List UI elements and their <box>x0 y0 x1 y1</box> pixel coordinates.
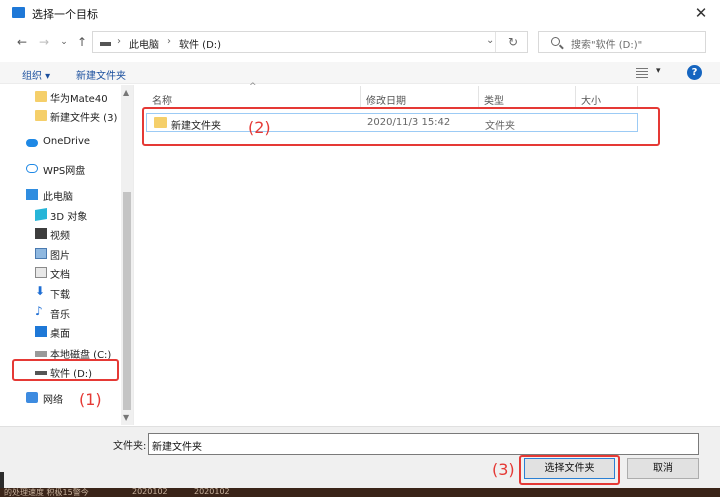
music-icon: ♪ <box>35 304 43 318</box>
breadcrumb-separator: › <box>117 36 121 47</box>
view-dropdown-icon[interactable]: ▾ <box>656 66 661 76</box>
column-header-modified[interactable]: 修改日期 <box>366 92 406 107</box>
title-bar: 选择一个目标 ✕ <box>0 0 720 26</box>
sidebar-item-label: 新建文件夹 (3) <box>50 113 118 124</box>
refresh-icon[interactable]: ↻ <box>508 35 518 49</box>
background-date: 2020102 <box>194 488 230 496</box>
background-desktop-strip: 的处理速度 积极15警今 2020102 2020102 <box>0 488 720 497</box>
annotation-box-1 <box>12 359 119 381</box>
disk-icon <box>35 351 47 357</box>
search-box[interactable]: 搜索"软件 (D:)" <box>538 31 706 53</box>
folder-name-input[interactable]: 新建文件夹 <box>148 433 699 455</box>
background-text: 的处理速度 积极15警今 <box>4 488 89 497</box>
window-title: 选择一个目标 <box>32 8 98 21</box>
pc-icon <box>26 189 38 200</box>
sidebar-item-network[interactable]: 网络 <box>0 388 120 407</box>
column-divider[interactable] <box>478 86 479 108</box>
sidebar-item-label: 此电脑 <box>43 192 73 203</box>
sidebar-item-label: 桌面 <box>50 329 70 340</box>
drive-icon <box>100 42 111 46</box>
sidebar-scrollbar[interactable]: ▲ ▼ <box>121 85 133 425</box>
forward-button[interactable]: → <box>36 34 52 50</box>
back-button[interactable]: ← <box>14 34 30 50</box>
column-divider[interactable] <box>575 86 576 108</box>
address-divider <box>495 32 496 52</box>
cancel-button[interactable]: 取消 <box>627 458 699 479</box>
search-input[interactable]: 搜索"软件 (D:)" <box>571 36 642 51</box>
document-icon <box>35 267 47 278</box>
sidebar-item-3d-objects[interactable]: 3D 对象 <box>0 205 120 224</box>
sidebar-item-label: 文档 <box>50 270 70 281</box>
background-date: 2020102 <box>132 488 168 496</box>
sidebar-item-videos[interactable]: 视频 <box>0 224 120 243</box>
video-icon <box>35 228 47 239</box>
window-icon <box>12 7 25 18</box>
sidebar-item-pictures[interactable]: 图片 <box>0 244 120 263</box>
breadcrumb-drive-d[interactable]: 软件 (D:) <box>179 36 221 51</box>
select-folder-button[interactable]: 选择文件夹 <box>524 458 615 479</box>
scrollbar-thumb[interactable] <box>123 192 131 410</box>
sidebar-item-label: 华为Mate40 <box>50 94 108 105</box>
sidebar-item-label: 图片 <box>50 251 70 262</box>
sidebar-item-label: WPS网盘 <box>43 166 86 177</box>
column-divider[interactable] <box>360 86 361 108</box>
sidebar-item-label: OneDrive <box>43 136 91 147</box>
desktop-icon <box>35 326 47 337</box>
scroll-up-icon[interactable]: ▲ <box>123 88 129 97</box>
sidebar-item-documents[interactable]: 文档 <box>0 263 120 282</box>
sidebar-item-music[interactable]: ♪ 音乐 <box>0 303 120 322</box>
scroll-down-icon[interactable]: ▼ <box>123 413 129 422</box>
breadcrumb-separator: › <box>167 36 171 47</box>
network-icon <box>26 392 38 403</box>
search-icon <box>551 37 560 46</box>
column-header-name[interactable]: 名称 <box>152 92 172 107</box>
sidebar-item-this-pc[interactable]: 此电脑 <box>0 185 120 204</box>
sidebar-item-label: 视频 <box>50 231 70 242</box>
sidebar-item-new-folder-3[interactable]: 新建文件夹 (3) <box>0 106 120 125</box>
sidebar-item-label: 网络 <box>43 395 63 406</box>
recent-locations-button[interactable]: ⌄ <box>56 34 72 50</box>
sidebar-item-downloads[interactable]: ⬇ 下载 <box>0 283 120 302</box>
close-icon[interactable]: ✕ <box>688 2 714 24</box>
view-options-icon[interactable] <box>636 68 648 78</box>
up-button[interactable]: ↑ <box>74 34 90 50</box>
sidebar-item-wps-cloud[interactable]: WPS网盘 <box>0 159 120 178</box>
cloud-icon <box>26 139 38 147</box>
address-dropdown-icon[interactable]: ⌄ <box>486 35 494 46</box>
sidebar-item-label: 音乐 <box>50 310 70 321</box>
annotation-label-3: (3) <box>492 460 515 479</box>
annotation-label-1: (1) <box>79 390 102 409</box>
download-icon: ⬇ <box>35 284 46 298</box>
annotation-box-2 <box>142 107 660 146</box>
picture-icon <box>35 248 47 259</box>
folder-icon <box>35 91 47 102</box>
column-header-size[interactable]: 大小 <box>581 92 601 107</box>
new-folder-button[interactable]: 新建文件夹 <box>76 67 126 82</box>
help-icon[interactable]: ? <box>687 65 702 80</box>
sidebar-item-huawei-mate40[interactable]: 华为Mate40 <box>0 87 120 106</box>
annotation-label-2: (2) <box>248 118 271 137</box>
cube-icon <box>35 207 47 222</box>
sidebar-item-label: 3D 对象 <box>50 212 88 223</box>
background-window-edge <box>0 472 4 488</box>
folder-icon <box>35 110 47 121</box>
breadcrumb-this-pc[interactable]: 此电脑 <box>129 36 159 51</box>
sort-arrow-icon: ^ <box>249 82 257 92</box>
column-divider[interactable] <box>637 86 638 108</box>
sidebar-item-label: 下载 <box>50 290 70 301</box>
sidebar-item-desktop[interactable]: 桌面 <box>0 322 120 341</box>
wps-cloud-icon <box>26 164 38 173</box>
column-header-type[interactable]: 类型 <box>484 92 504 107</box>
toolbar: 组织 ▾ 新建文件夹 ▾ ? <box>0 62 720 84</box>
address-bar[interactable]: › 此电脑 › 软件 (D:) ⌄ ↻ <box>92 31 528 53</box>
sidebar-item-onedrive[interactable]: OneDrive <box>0 133 120 152</box>
folder-field-label: 文件夹: <box>113 441 147 452</box>
organize-button[interactable]: 组织 ▾ <box>22 67 50 82</box>
